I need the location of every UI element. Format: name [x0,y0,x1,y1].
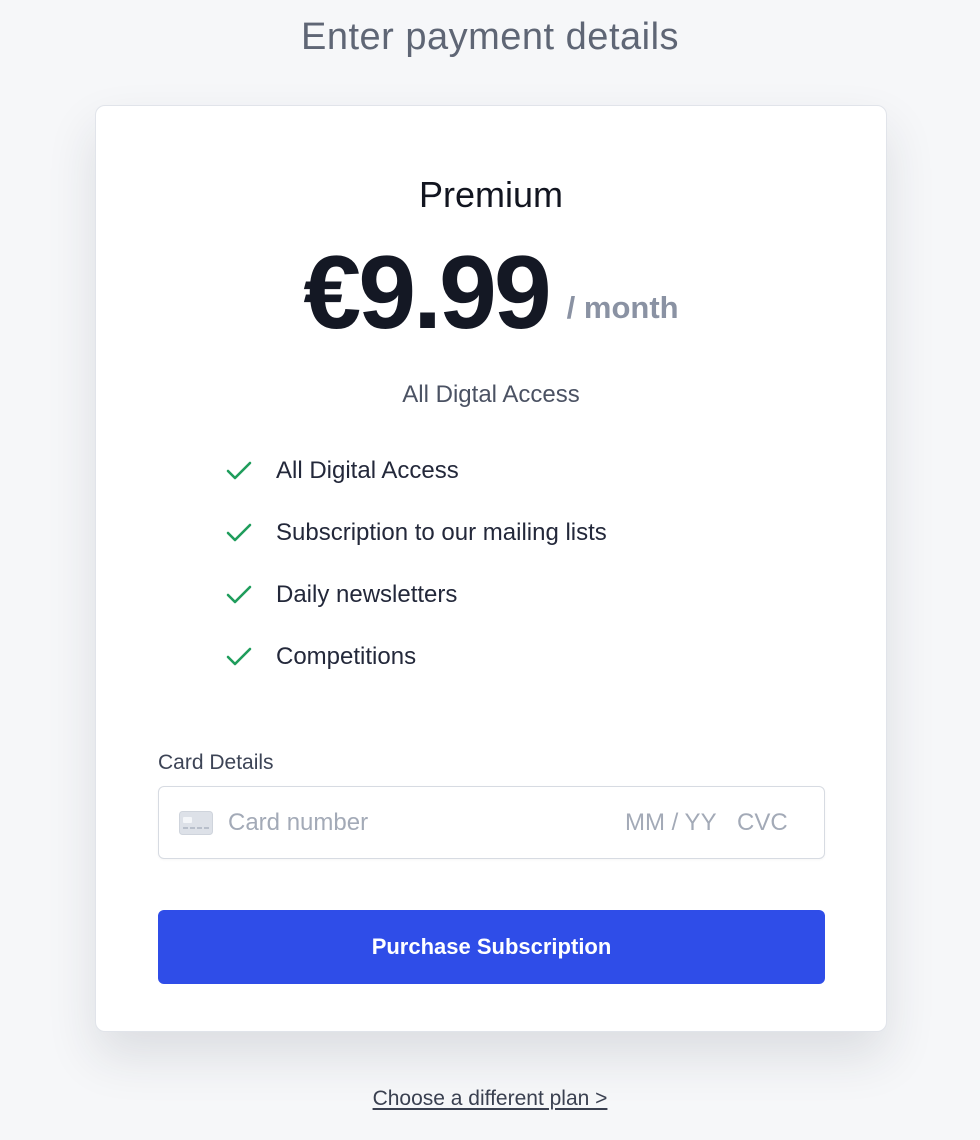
feature-label: Daily newsletters [276,581,458,608]
check-icon [226,647,252,666]
feature-item: Daily newsletters [224,580,607,642]
check-icon [226,585,252,604]
check-icon [226,461,252,480]
card-number-input[interactable]: Card number [228,809,368,837]
feature-item: Subscription to our mailing lists [224,518,607,580]
card-details-label: Card Details [158,751,274,774]
plan-subtitle: All Digtal Access [402,381,580,408]
credit-card-icon [179,811,213,835]
feature-label: Subscription to our mailing lists [276,519,607,546]
plan-price: €9.99 [303,235,551,351]
check-icon [226,523,252,542]
expiry-input[interactable]: MM / YY [625,809,717,837]
feature-label: Competitions [276,643,417,670]
cvc-input[interactable]: CVC [737,809,788,837]
page-title: Enter payment details [300,16,680,58]
choose-different-plan-link[interactable]: Choose a different plan > [373,1087,608,1110]
card-details-field[interactable]: Card number MM / YY CVC [158,786,825,859]
feature-item: Competitions [224,642,607,704]
feature-label: All Digital Access [276,457,459,484]
price-row: €9.99/ month [96,241,886,345]
feature-list: All Digital Access Subscription to our m… [224,456,607,704]
purchase-subscription-button[interactable]: Purchase Subscription [158,910,825,984]
footer: Choose a different plan > [0,1087,980,1111]
payment-card: Premium €9.99/ month All Digtal Access A… [95,105,887,1032]
plan-period: / month [566,290,679,325]
feature-item: All Digital Access [224,456,607,518]
plan-name: Premium [418,174,564,215]
